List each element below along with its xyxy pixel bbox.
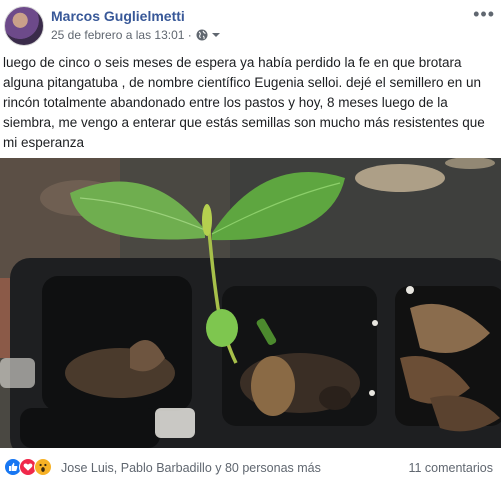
post-photo[interactable] xyxy=(0,158,501,448)
post-header: Marcos Guglielmetti 25 de febrero a las … xyxy=(0,0,501,50)
reaction-icons[interactable] xyxy=(4,458,52,476)
post-meta: 25 de febrero a las 13:01 · xyxy=(51,28,220,42)
more-horizontal-icon[interactable]: ••• xyxy=(473,4,495,25)
chevron-down-icon[interactable] xyxy=(211,31,220,39)
author-name[interactable]: Marcos Guglielmetti xyxy=(51,8,185,24)
wow-icon xyxy=(34,458,52,476)
avatar[interactable] xyxy=(4,6,44,46)
globe-icon[interactable] xyxy=(196,29,208,41)
reactors-summary[interactable]: Jose Luis, Pablo Barbadillo y 80 persona… xyxy=(61,461,321,475)
comments-count[interactable]: 11 comentarios xyxy=(408,461,493,475)
timestamp[interactable]: 25 de febrero a las 13:01 · xyxy=(51,28,192,42)
reactions-bar: Jose Luis, Pablo Barbadillo y 80 persona… xyxy=(0,452,501,482)
post-text: luego de cinco o seis meses de espera ya… xyxy=(3,55,485,150)
seedling-photo xyxy=(0,158,501,448)
